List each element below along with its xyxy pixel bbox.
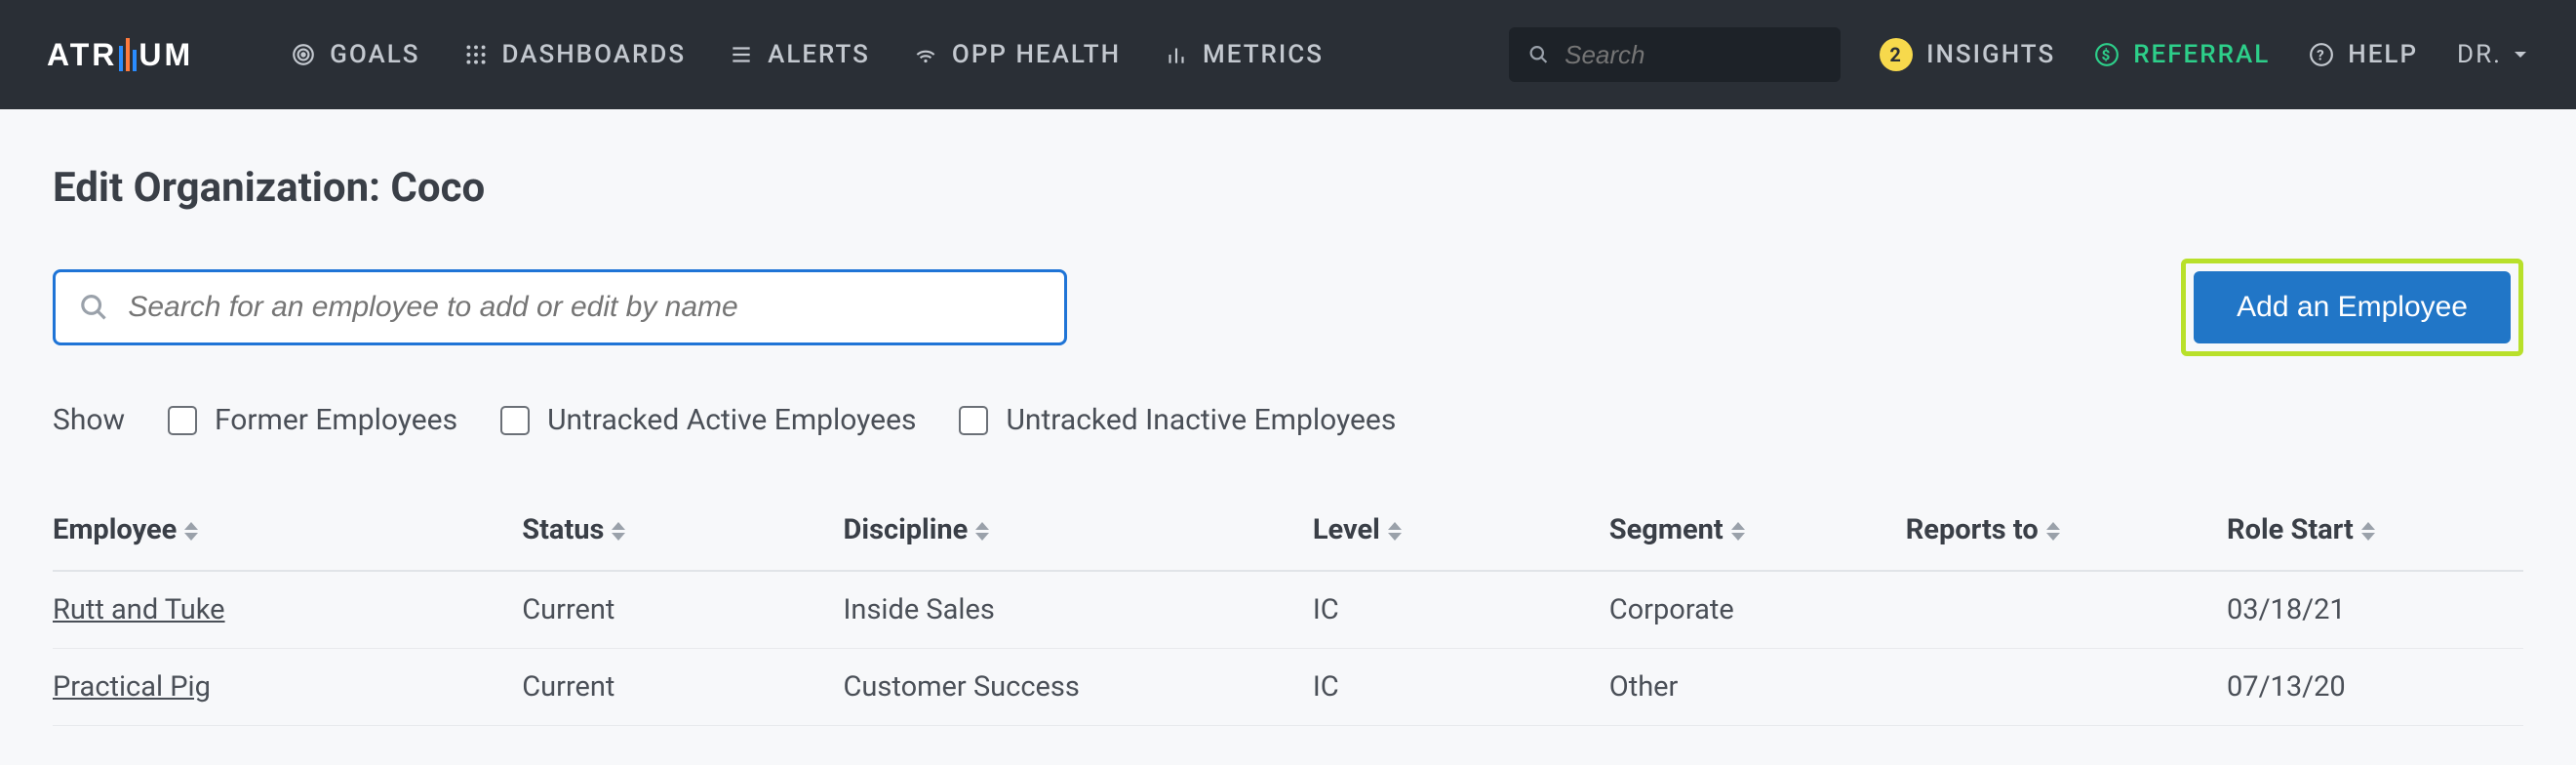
sort-icon <box>2046 522 2060 541</box>
user-label: DR. <box>2457 40 2502 69</box>
nav-label: GOALS <box>330 40 419 69</box>
global-search-input[interactable] <box>1565 40 1821 70</box>
cell-status: Current <box>522 571 843 649</box>
cell-discipline: Customer Success <box>844 649 1313 726</box>
nav-label: METRICS <box>1203 40 1324 69</box>
top-nav: ATR UM GOALS DASHBOARDS ALERTS OPP HEALT… <box>0 0 2576 109</box>
brand-logo[interactable]: ATR UM <box>47 37 193 73</box>
checkbox-label: Former Employees <box>215 403 457 437</box>
th-label: Reports to <box>1906 513 2039 546</box>
employee-link[interactable]: Rutt and Tuke <box>53 593 225 626</box>
nav-alerts[interactable]: ALERTS <box>729 40 870 69</box>
menu-icon <box>729 42 754 67</box>
checkbox-icon <box>500 406 530 435</box>
nav-opp-health[interactable]: OPP HEALTH <box>913 40 1121 69</box>
th-label: Level <box>1313 513 1380 546</box>
wifi-icon <box>913 42 938 67</box>
checkbox-label: Untracked Inactive Employees <box>1006 403 1396 437</box>
table-row: Rutt and Tuke Current Inside Sales IC Co… <box>53 571 2523 649</box>
filter-untracked-inactive[interactable]: Untracked Inactive Employees <box>959 403 1396 437</box>
nav-referral[interactable]: $ REFERRAL <box>2094 40 2270 69</box>
sort-icon <box>184 522 198 541</box>
cell-role-start: 03/18/21 <box>2227 571 2523 649</box>
th-label: Status <box>522 513 604 546</box>
col-employee[interactable]: Employee <box>53 496 522 571</box>
filter-row: Show Former Employees Untracked Active E… <box>53 403 2523 437</box>
nav-metrics[interactable]: METRICS <box>1164 40 1324 69</box>
employee-search[interactable] <box>53 269 1067 345</box>
brand-bars-icon <box>119 38 137 71</box>
chevron-down-icon <box>2512 46 2529 63</box>
th-label: Employee <box>53 513 177 546</box>
cell-status: Current <box>522 649 843 726</box>
employee-link[interactable]: Practical Pig <box>53 670 211 704</box>
nav-goals[interactable]: GOALS <box>291 40 419 69</box>
cell-role-start: 07/13/20 <box>2227 649 2523 726</box>
add-employee-button[interactable]: Add an Employee <box>2194 271 2511 343</box>
col-segment[interactable]: Segment <box>1609 496 1906 571</box>
nav-label: ALERTS <box>768 40 870 69</box>
page-title: Edit Organization: Coco <box>53 164 2523 212</box>
th-label: Segment <box>1609 513 1724 546</box>
user-menu[interactable]: DR. <box>2457 40 2529 69</box>
nav-label: INSIGHTS <box>1926 40 2055 69</box>
nav-items: GOALS DASHBOARDS ALERTS OPP HEALTH METRI… <box>291 40 1324 69</box>
sort-icon <box>2361 522 2375 541</box>
dollar-icon: $ <box>2094 42 2120 67</box>
brand-part1: ATR <box>47 37 117 73</box>
help-icon: ? <box>2309 42 2334 67</box>
th-label: Discipline <box>844 513 969 546</box>
th-label: Role Start <box>2227 513 2354 546</box>
sort-icon <box>1731 522 1745 541</box>
bar-chart-icon <box>1164 42 1189 67</box>
add-employee-highlight: Add an Employee <box>2181 259 2523 356</box>
nav-label: DASHBOARDS <box>502 40 687 69</box>
svg-text:?: ? <box>2317 46 2326 63</box>
cell-level: IC <box>1313 571 1609 649</box>
cell-discipline: Inside Sales <box>844 571 1313 649</box>
employees-table: Employee Status Discipline Level Segment… <box>53 496 2523 726</box>
brand-part2: UM <box>139 37 193 73</box>
sort-icon <box>1388 522 1402 541</box>
nav-label: OPP HEALTH <box>952 40 1121 69</box>
filter-label: Show <box>53 403 125 437</box>
employee-search-input[interactable] <box>128 291 1041 324</box>
insights-count-badge: 2 <box>1880 38 1913 71</box>
checkbox-icon <box>168 406 197 435</box>
main-content: Edit Organization: Coco Add an Employee … <box>0 109 2576 765</box>
cell-segment: Corporate <box>1609 571 1906 649</box>
sort-icon <box>612 522 625 541</box>
sort-icon <box>975 522 989 541</box>
table-header-row: Employee Status Discipline Level Segment… <box>53 496 2523 571</box>
grid-icon <box>463 42 489 67</box>
col-role-start[interactable]: Role Start <box>2227 496 2523 571</box>
cell-reports-to <box>1906 649 2227 726</box>
nav-dashboards[interactable]: DASHBOARDS <box>463 40 687 69</box>
col-discipline[interactable]: Discipline <box>844 496 1313 571</box>
nav-label: REFERRAL <box>2133 40 2270 69</box>
target-icon <box>291 42 316 67</box>
cell-reports-to <box>1906 571 2227 649</box>
col-level[interactable]: Level <box>1313 496 1609 571</box>
nav-right: 2 INSIGHTS $ REFERRAL ? HELP DR. <box>1509 27 2529 82</box>
nav-insights[interactable]: 2 INSIGHTS <box>1880 38 2055 71</box>
table-row: Practical Pig Current Customer Success I… <box>53 649 2523 726</box>
svg-text:$: $ <box>2102 46 2113 63</box>
nav-label: HELP <box>2348 40 2418 69</box>
filter-former-employees[interactable]: Former Employees <box>168 403 457 437</box>
nav-help[interactable]: ? HELP <box>2309 40 2418 69</box>
checkbox-label: Untracked Active Employees <box>547 403 916 437</box>
search-icon <box>79 292 108 323</box>
global-search[interactable] <box>1509 27 1841 82</box>
filter-untracked-active[interactable]: Untracked Active Employees <box>500 403 916 437</box>
col-reports-to[interactable]: Reports to <box>1906 496 2227 571</box>
col-status[interactable]: Status <box>522 496 843 571</box>
cell-level: IC <box>1313 649 1609 726</box>
search-icon <box>1528 43 1549 66</box>
cell-segment: Other <box>1609 649 1906 726</box>
checkbox-icon <box>959 406 988 435</box>
toolbar-row: Add an Employee <box>53 259 2523 356</box>
